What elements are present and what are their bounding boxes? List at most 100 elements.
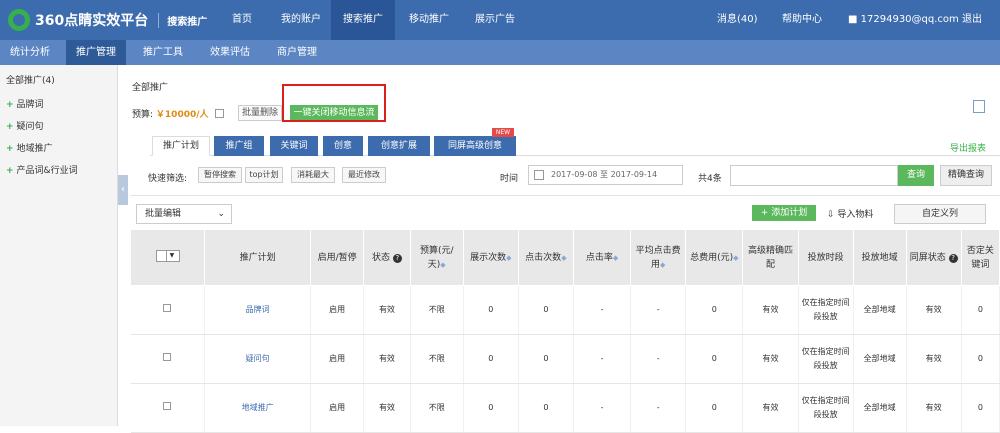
help-icon[interactable]: ? (392, 253, 402, 263)
logo-icon (8, 9, 30, 31)
sidebar-item-brand-words[interactable]: + 品牌词 (6, 97, 44, 110)
tab-campaign[interactable]: 推广计划 (152, 136, 210, 156)
import-materials-link[interactable]: ⇩ 导入物料 (827, 207, 873, 220)
tab-creative[interactable]: 创意 (323, 136, 363, 156)
total-count: 共4条 (698, 174, 722, 184)
user-account[interactable]: ■ 17294930@qq.com (848, 0, 959, 40)
expand-plus-icon[interactable]: + (6, 144, 14, 154)
precise-search-button[interactable]: 精确查询 (940, 165, 992, 186)
subnav-promotion-management[interactable]: 推广管理 (66, 40, 126, 65)
nav-search-promotion[interactable]: 搜索推广 (331, 0, 395, 40)
sort-icon: ◆ (561, 253, 567, 262)
plan-link[interactable]: 地域推广 (242, 403, 274, 412)
filter-chip-recent[interactable]: 最近修改 (342, 167, 386, 183)
subnav-merchant-management[interactable]: 商户管理 (267, 40, 327, 65)
header-toggle: 启用/暂停 (310, 229, 365, 286)
import-icon: ⇩ (827, 210, 835, 220)
table-row: 地域推广 启用 有效 不限 0 0 - - 0 有效 仅在指定时间段投放 全部地… (130, 383, 1000, 433)
sort-icon: ◆ (440, 260, 446, 269)
header-budget[interactable]: 预算(元/天)◆ (409, 229, 464, 286)
table-header-row: ▼ 推广计划 启用/暂停 状态 ? 预算(元/天)◆ 展示次数◆ 点击次数◆ 点… (129, 229, 1000, 286)
logo[interactable]: 360点睛实效平台 搜索推广 (8, 9, 207, 31)
bulk-edit-dropdown[interactable]: 批量编辑 ⌄ (136, 204, 232, 224)
edit-icon[interactable] (215, 109, 225, 118)
help-icon[interactable]: ? (948, 253, 958, 263)
header-total-cost[interactable]: 总费用(元)◆ (685, 229, 744, 286)
table-row: 品牌词 启用 有效 不限 0 0 - - 0 有效 仅在指定时间段投放 全部地域… (130, 285, 1000, 335)
search-button[interactable]: 查询 (898, 165, 934, 186)
table-row: 疑问句 启用 有效 不限 0 0 - - 0 有效 仅在指定时间段投放 全部地域… (130, 334, 1000, 384)
quick-filter-label: 快速筛选: (148, 174, 188, 184)
sidebar: 全部推广(4) + 品牌词 + 疑问句 + 地域推广 + 产品词&行业词 (0, 65, 118, 426)
sidebar-item-questions[interactable]: + 疑问句 (6, 119, 44, 132)
tab-ad-group[interactable]: 推广组 (214, 136, 264, 156)
row-checkbox[interactable] (163, 353, 172, 361)
header-ctr[interactable]: 点击率◆ (572, 229, 632, 286)
filter-chip-paused[interactable]: 暂停搜索 (198, 167, 242, 183)
breadcrumb[interactable]: 全部推广 (132, 80, 168, 93)
subnav-statistics[interactable]: 统计分析 (0, 40, 60, 65)
header-schedule: 投放时段 (797, 229, 854, 286)
expand-plus-icon[interactable]: + (6, 100, 14, 110)
sort-icon: ◆ (612, 253, 619, 262)
subnav-promotion-tools[interactable]: 推广工具 (133, 40, 193, 65)
help-center-link[interactable]: 帮助中心 (782, 0, 822, 40)
custom-columns-button[interactable]: 自定义列 (894, 204, 986, 224)
campaign-table: ▼ 推广计划 启用/暂停 状态 ? 预算(元/天)◆ 展示次数◆ 点击次数◆ 点… (129, 229, 1000, 433)
header-negative-keywords: 否定关键词 (960, 229, 1000, 286)
row-checkbox[interactable] (163, 304, 172, 312)
subnav-effect-evaluation[interactable]: 效果评估 (200, 40, 260, 65)
top-navigation-bar: 360点睛实效平台 搜索推广 首页 我的账户 搜索推广 移动推广 展示广告 消息… (0, 0, 1000, 40)
table-toolbar: 批量编辑 ⌄ + 添加计划 ⇩ 导入物料 自定义列 (130, 195, 1000, 229)
sidebar-collapse-toggle[interactable]: ‹ (118, 175, 128, 205)
report-icon[interactable] (973, 100, 985, 113)
chevron-down-icon: ▼ (169, 251, 175, 259)
logout-link[interactable]: 退出 (962, 0, 982, 40)
time-label: 时间 (500, 174, 519, 184)
search-input[interactable] (730, 165, 898, 186)
tab-advanced-creative[interactable]: 同屏高级创意 (434, 136, 516, 156)
sort-icon: ◆ (660, 260, 666, 269)
new-badge: NEW (492, 128, 514, 137)
header-avg-cpc[interactable]: 平均点击费用◆ (630, 229, 687, 286)
sidebar-title[interactable]: 全部推广(4) (6, 73, 55, 86)
header-region: 投放地域 (852, 229, 907, 286)
header-clicks[interactable]: 点击次数◆ (517, 229, 574, 286)
sort-icon: ◆ (733, 253, 739, 262)
nav-home[interactable]: 首页 (220, 0, 264, 40)
header-impressions[interactable]: 展示次数◆ (462, 229, 519, 286)
header-status: 状态 ? (363, 229, 411, 286)
messages-link[interactable]: 消息(40) (717, 0, 758, 40)
sidebar-item-regional[interactable]: + 地域推广 (6, 141, 53, 154)
select-all-checkbox[interactable]: ▼ (155, 249, 180, 262)
header-plan: 推广计划 (204, 229, 312, 286)
budget-display: 预算: ￥10000/人 (132, 107, 225, 120)
filter-chip-top[interactable]: top计划 (245, 167, 283, 183)
add-plan-button[interactable]: + 添加计划 (752, 205, 816, 221)
filter-chip-max-spend[interactable]: 消耗最大 (291, 167, 335, 183)
chevron-down-icon: ⌄ (217, 209, 225, 219)
user-icon: ■ (848, 14, 858, 25)
expand-plus-icon[interactable]: + (6, 122, 14, 132)
header-select[interactable]: ▼ (129, 229, 206, 286)
nav-display-ads[interactable]: 展示广告 (462, 0, 528, 40)
sidebar-item-product-industry[interactable]: + 产品词&行业词 (6, 163, 78, 176)
logo-text: 360点睛实效平台 (35, 13, 149, 29)
chevron-left-icon: ‹ (121, 184, 125, 195)
tab-keywords[interactable]: 关键词 (270, 136, 318, 156)
plan-link[interactable]: 品牌词 (246, 305, 270, 314)
highlight-box (282, 84, 386, 122)
row-checkbox[interactable] (163, 402, 172, 410)
expand-plus-icon[interactable]: + (6, 166, 14, 176)
sort-icon: ◆ (506, 253, 512, 262)
nav-my-account[interactable]: 我的账户 (266, 0, 336, 40)
batch-delete-button[interactable]: 批量删除 (238, 105, 282, 121)
header-exact-match: 高级精确匹配 (742, 229, 799, 286)
plan-link[interactable]: 疑问句 (246, 354, 270, 363)
main-content: 全部推广 预算: ￥10000/人 批量删除 一键关闭移动信息流 推广计划 推广… (129, 65, 1000, 433)
date-range-picker[interactable]: 2017-09-08 至 2017-09-14 (528, 165, 683, 185)
nav-mobile-promotion[interactable]: 移动推广 (398, 0, 460, 40)
tab-creative-extension[interactable]: 创意扩展 (368, 136, 430, 156)
export-report-link[interactable]: 导出报表 (950, 141, 986, 154)
logo-subtitle: 搜索推广 (158, 12, 207, 28)
